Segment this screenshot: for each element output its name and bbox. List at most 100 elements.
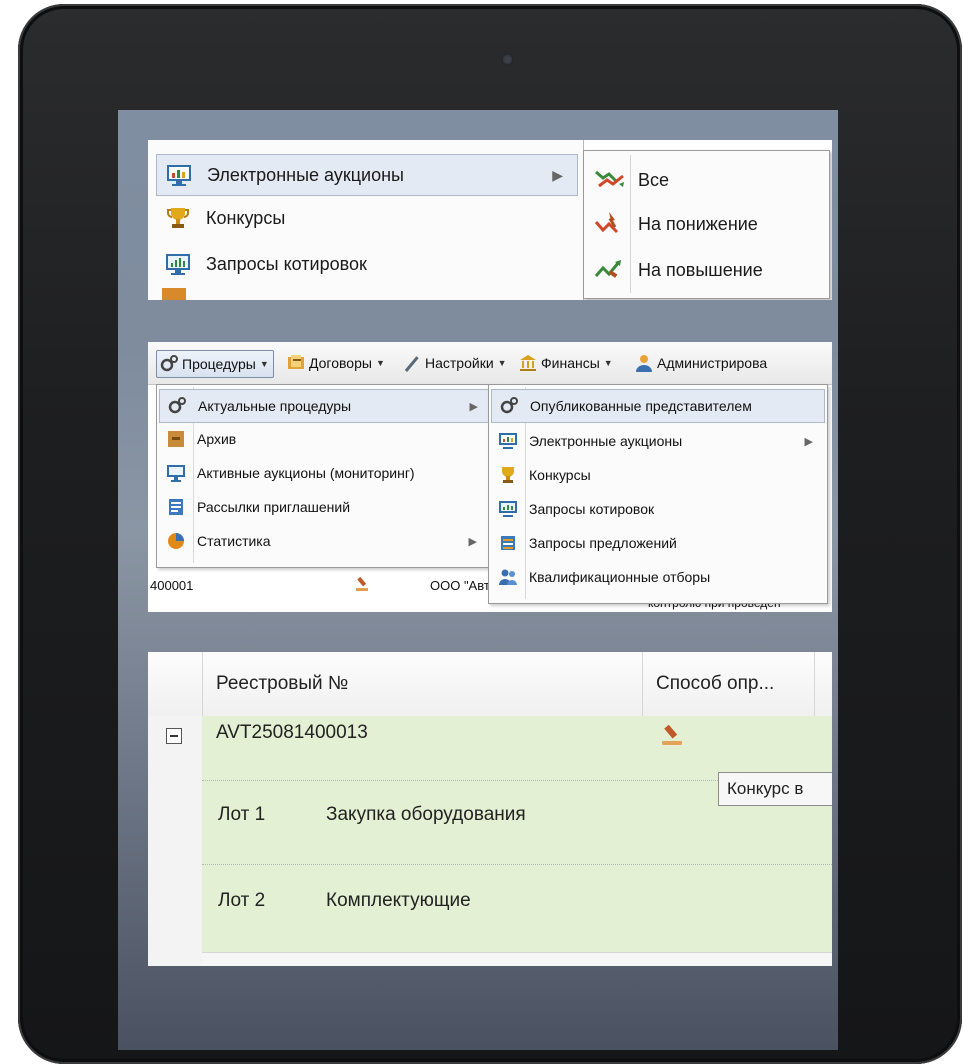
admin-user-icon [634, 353, 654, 373]
submenu-item-quote-requests[interactable]: Запросы котировок [491, 493, 823, 525]
gears-icon [498, 395, 520, 417]
wrench-icon [402, 353, 422, 373]
submenu-item-proposal-requests[interactable]: Запросы предложений [491, 527, 823, 559]
column-header-reg-no[interactable]: Реестровый № [216, 652, 348, 716]
record-reg-no[interactable]: AVT25081400013 [216, 722, 368, 744]
toolbar-settings-button[interactable]: Настройки ▼ [402, 350, 507, 376]
menu-item-quote-requests[interactable]: Запросы котировок [156, 244, 576, 284]
lot-name[interactable]: Комплектующие [326, 890, 471, 912]
submenu-item-label: На понижение [638, 213, 758, 234]
toolbar-administration-button[interactable]: Администрирова [634, 350, 767, 376]
submenu-item-published-by-representative[interactable]: Опубликованные представителем [491, 389, 825, 423]
quotes-monitor-icon [164, 250, 192, 278]
column-separator [202, 652, 203, 716]
menu-item-electronic-auctions[interactable]: Электронные аукционы ▶ [156, 154, 578, 196]
row-separator [202, 864, 832, 865]
submenu-item-decrease[interactable]: На понижение [592, 203, 824, 245]
menu-item-current-procedures[interactable]: Актуальные процедуры ▶ [159, 389, 489, 423]
submenu-item-label: На повышение [638, 259, 763, 280]
dropdown-caret-icon: ▼ [259, 359, 269, 369]
auctions-submenu: Все На понижение На повышение [583, 150, 830, 299]
next-row[interactable] [202, 952, 832, 966]
submenu-item-all[interactable]: Все [592, 159, 824, 201]
screenshot-panel-toolbar-menu: Процедуры ▼ Договоры ▼ Настройки ▼ Финансы ▼… [148, 342, 832, 612]
trend-up-icon [592, 255, 628, 285]
toolbar-procedures-button[interactable]: Процедуры ▼ [156, 350, 274, 378]
screenshot-panel-grid: Реестровый № Способ опр... AVT2508140001… [148, 652, 832, 966]
dropdown-caret-icon: ▼ [603, 358, 613, 368]
toolbar-label: Договоры [309, 355, 372, 371]
auction-monitor-icon [165, 161, 193, 189]
lot-name[interactable]: Закупка оборудования [326, 804, 526, 826]
submenu-item-label: Запросы предложений [529, 535, 677, 551]
lot-label: Лот 1 [218, 804, 266, 825]
menu-item-label: Конкурсы [206, 207, 286, 228]
menu-item-label: Статистика [197, 533, 271, 549]
toolbar-label: Финансы [541, 355, 600, 371]
submenu-item-label: Квалификационные отборы [529, 569, 711, 585]
method-tooltip: Конкурс в [718, 772, 832, 806]
archive-box-icon [165, 428, 187, 450]
screenshot-panel-auctions-menu: Электронные аукционы ▶ Конкурсы Запросы … [148, 140, 832, 300]
menu-item-label: Рассылки приглашений [197, 499, 351, 515]
toolbar-label: Процедуры [182, 356, 256, 372]
submenu-item-label: Все [638, 169, 670, 190]
contracts-icon [286, 353, 306, 373]
column-separator [814, 652, 815, 716]
grid-header: Реестровый № Способ опр... [148, 652, 832, 717]
submenu-arrow-icon: ▶ [469, 400, 478, 413]
submenu-item-label: Конкурсы [529, 467, 591, 483]
submenu-arrow-icon: ▶ [552, 166, 563, 183]
submenu-item-increase[interactable]: На повышение [592, 249, 824, 291]
menu-item-statistics[interactable]: Статистика ▶ [159, 525, 487, 557]
trophy-icon [164, 204, 192, 232]
trophy-icon [497, 464, 519, 486]
toolbar-contracts-button[interactable]: Договоры ▼ [286, 350, 385, 376]
quotes-monitor-icon [497, 498, 519, 520]
column-header-method[interactable]: Способ опр... [656, 652, 774, 716]
trend-down-icon [592, 209, 628, 239]
toolbar-finance-button[interactable]: Финансы ▼ [518, 350, 613, 376]
submenu-item-label: Запросы котировок [529, 501, 655, 517]
mailing-icon [165, 496, 187, 518]
menu-item-label: Архив [197, 431, 237, 447]
trend-both-icon [592, 165, 628, 195]
expanded-record-row[interactable] [202, 716, 832, 966]
main-toolbar: Процедуры ▼ Договоры ▼ Настройки ▼ Финансы ▼… [148, 342, 832, 385]
grid-gutter [148, 716, 203, 966]
menu-item-invitation-mailings[interactable]: Рассылки приглашений [159, 491, 487, 523]
monitor-icon [165, 462, 187, 484]
lot-label: Лот 2 [218, 890, 266, 911]
gavel-icon [354, 576, 370, 592]
minus-icon [170, 735, 178, 737]
bank-icon [518, 353, 538, 373]
background-row-number: 400001 [150, 578, 194, 593]
menu-item-archive[interactable]: Архив [159, 423, 487, 455]
dropdown-caret-icon: ▼ [375, 358, 385, 368]
submenu-item-label: Опубликованные представителем [530, 398, 752, 414]
toolbar-label: Настройки [425, 355, 494, 371]
submenu-arrow-icon: ▶ [804, 435, 813, 448]
menu-item-label: Активные аукционы (мониторинг) [197, 465, 415, 481]
column-separator [642, 652, 643, 716]
gears-icon [159, 354, 179, 374]
background-organization: ООО "Авт [430, 578, 490, 593]
submenu-arrow-icon: ▶ [468, 535, 477, 548]
submenu-item-qualification-selections[interactable]: Квалификационные отборы [491, 561, 823, 593]
proposals-icon [497, 532, 519, 554]
gears-icon [166, 395, 188, 417]
menu-item-active-auctions-monitoring[interactable]: Активные аукционы (мониторинг) [159, 457, 487, 489]
procedures-menu: Электронные аукционы ▶ Конкурсы Запросы … [148, 140, 584, 300]
menu-item-label: Запросы котировок [206, 253, 367, 274]
users-icon [497, 566, 519, 588]
current-procedures-submenu: Опубликованные представителем Электронны… [488, 384, 828, 604]
menu-item-label: Актуальные процедуры [198, 398, 352, 414]
collapse-toggle[interactable] [166, 728, 182, 744]
toolbar-label: Администрирова [657, 355, 768, 371]
procedures-dropdown-menu: Актуальные процедуры ▶ Архив Активные ау… [156, 384, 492, 568]
submenu-item-electronic-auctions[interactable]: Электронные аукционы ▶ [491, 425, 823, 457]
menu-item-contests[interactable]: Конкурсы [156, 198, 576, 238]
dropdown-caret-icon: ▼ [497, 358, 507, 368]
submenu-item-contests[interactable]: Конкурсы [491, 459, 823, 491]
pie-chart-icon [165, 530, 187, 552]
